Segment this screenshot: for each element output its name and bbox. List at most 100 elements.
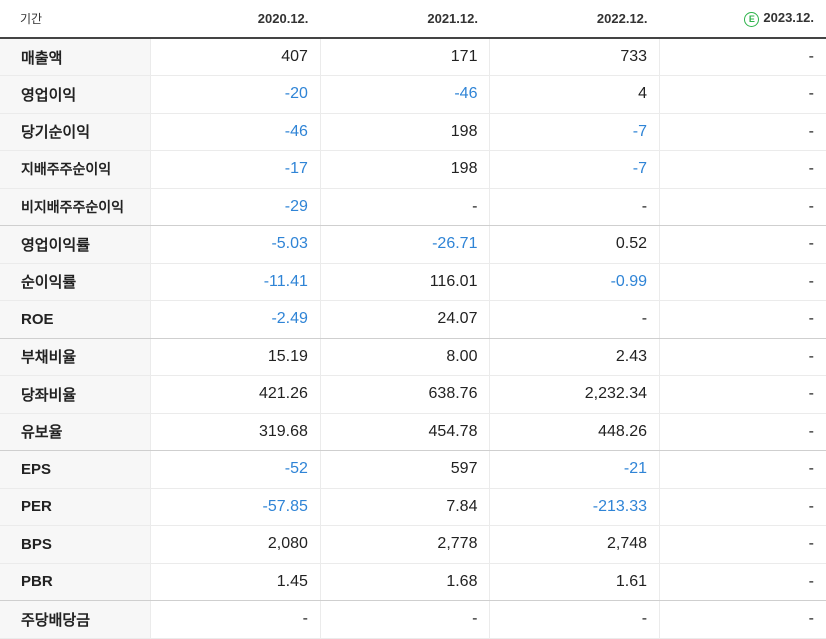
table-cell: 0.52 xyxy=(489,225,660,264)
table-row: PER -57.85 7.84 -213.33 - xyxy=(0,488,826,526)
table-row: 부채비율 15.19 8.00 2.43 - xyxy=(0,338,826,376)
row-label: 당좌비율 xyxy=(0,375,151,414)
table-row: 주당배당금 - - - - xyxy=(0,600,826,639)
table-cell: -2.49 xyxy=(150,300,321,339)
table-row: 비지배주주순이익 -29 - - - xyxy=(0,188,826,226)
row-label: 순이익률 xyxy=(0,263,151,301)
row-label: 비지배주주순이익 xyxy=(0,188,151,226)
table-cell: -7 xyxy=(489,113,660,151)
table-cell: 15.19 xyxy=(150,338,321,376)
table-cell: 2,778 xyxy=(319,525,490,564)
table-row: 당기순이익 -46 198 -7 - xyxy=(0,113,826,151)
table-cell: - xyxy=(659,263,826,301)
table-cell: 1.45 xyxy=(150,563,321,601)
table-cell: -21 xyxy=(489,450,660,489)
table-cell: - xyxy=(489,188,660,226)
table-cell: - xyxy=(489,300,660,339)
table-cell: 638.76 xyxy=(319,375,490,414)
table-cell: 8.00 xyxy=(319,338,490,376)
table-cell: -52 xyxy=(150,450,321,489)
row-label: 부채비율 xyxy=(0,338,151,376)
table-cell: - xyxy=(319,188,490,226)
table-cell: -57.85 xyxy=(150,488,321,526)
year-header: 2020.12. xyxy=(150,0,321,39)
table-cell: -26.71 xyxy=(319,225,490,264)
row-label: 유보율 xyxy=(0,413,151,451)
table-row: 지배주주순이익 -17 198 -7 - xyxy=(0,150,826,189)
row-label: 당기순이익 xyxy=(0,113,151,151)
table-row: 순이익률 -11.41 116.01 -0.99 - xyxy=(0,263,826,301)
table-cell: - xyxy=(319,600,490,639)
table-cell: 407 xyxy=(150,38,321,76)
table-header-row: 기간 2020.12. 2021.12. 2022.12. E 2023.12. xyxy=(0,0,826,39)
table-row: 유보율 319.68 454.78 448.26 - xyxy=(0,413,826,451)
table-cell: 733 xyxy=(489,38,660,76)
row-label: PBR xyxy=(0,563,151,601)
table-row: 매출액 407 171 733 - xyxy=(0,38,826,76)
table-cell: - xyxy=(489,600,660,639)
table-cell: 454.78 xyxy=(319,413,490,451)
row-label: EPS xyxy=(0,450,151,489)
table-cell: 448.26 xyxy=(489,413,660,451)
table-cell: -17 xyxy=(150,150,321,189)
table-cell: 198 xyxy=(319,150,490,189)
table-cell: -5.03 xyxy=(150,225,321,264)
table-row: 영업이익률 -5.03 -26.71 0.52 - xyxy=(0,225,826,264)
table-cell: - xyxy=(659,488,826,526)
table-cell: -46 xyxy=(319,75,490,114)
table-cell: 2.43 xyxy=(489,338,660,376)
table-cell: 319.68 xyxy=(150,413,321,451)
table-cell: 421.26 xyxy=(150,375,321,414)
row-label: PER xyxy=(0,488,151,526)
year-header-label: 2023.12. xyxy=(763,10,814,26)
table-cell: -7 xyxy=(489,150,660,189)
year-header: 2021.12. xyxy=(320,0,490,39)
table-row: EPS -52 597 -21 - xyxy=(0,450,826,489)
year-header: 2022.12. xyxy=(489,0,660,39)
table-cell: 597 xyxy=(319,450,490,489)
row-label: 지배주주순이익 xyxy=(0,150,151,189)
table-cell: -0.99 xyxy=(489,263,660,301)
table-cell: - xyxy=(659,450,826,489)
table-cell: -213.33 xyxy=(489,488,660,526)
table-cell: 198 xyxy=(319,113,490,151)
period-header: 기간 xyxy=(0,0,151,39)
table-cell: 1.61 xyxy=(489,563,660,601)
financial-summary-table: 기간 2020.12. 2021.12. 2022.12. E 2023.12. … xyxy=(0,0,826,639)
table-row: 당좌비율 421.26 638.76 2,232.34 - xyxy=(0,375,826,414)
row-label: ROE xyxy=(0,300,151,339)
table-cell: 4 xyxy=(489,75,660,114)
table-row: ROE -2.49 24.07 - - xyxy=(0,300,826,339)
row-label: 영업이익 xyxy=(0,75,151,114)
table-cell: 1.68 xyxy=(319,563,490,601)
table-cell: - xyxy=(659,600,826,639)
table-cell: - xyxy=(659,113,826,151)
table-row: PBR 1.45 1.68 1.61 - xyxy=(0,563,826,601)
table-cell: -46 xyxy=(150,113,321,151)
table-cell: - xyxy=(659,38,826,76)
table-cell: - xyxy=(659,375,826,414)
table-cell: - xyxy=(659,525,826,564)
table-cell: 7.84 xyxy=(319,488,490,526)
row-label: 영업이익률 xyxy=(0,225,151,264)
year-header-estimate: E 2023.12. xyxy=(659,0,826,39)
table-cell: - xyxy=(659,563,826,601)
table-cell: 2,748 xyxy=(489,525,660,564)
table-cell: - xyxy=(659,225,826,264)
table-cell: -20 xyxy=(150,75,321,114)
row-label: 주당배당금 xyxy=(0,600,151,639)
table-cell: - xyxy=(659,338,826,376)
estimate-icon: E xyxy=(744,11,760,27)
table-row: 영업이익 -20 -46 4 - xyxy=(0,75,826,114)
table-row: BPS 2,080 2,778 2,748 - xyxy=(0,525,826,564)
table-cell: 2,232.34 xyxy=(489,375,660,414)
table-cell: 24.07 xyxy=(319,300,490,339)
table-cell: - xyxy=(659,300,826,339)
table-cell: - xyxy=(659,188,826,226)
table-cell: - xyxy=(659,150,826,189)
row-label: 매출액 xyxy=(0,38,151,76)
table-cell: 171 xyxy=(319,38,490,76)
table-cell: -29 xyxy=(150,188,321,226)
row-label: BPS xyxy=(0,525,151,564)
table-cell: - xyxy=(659,413,826,451)
